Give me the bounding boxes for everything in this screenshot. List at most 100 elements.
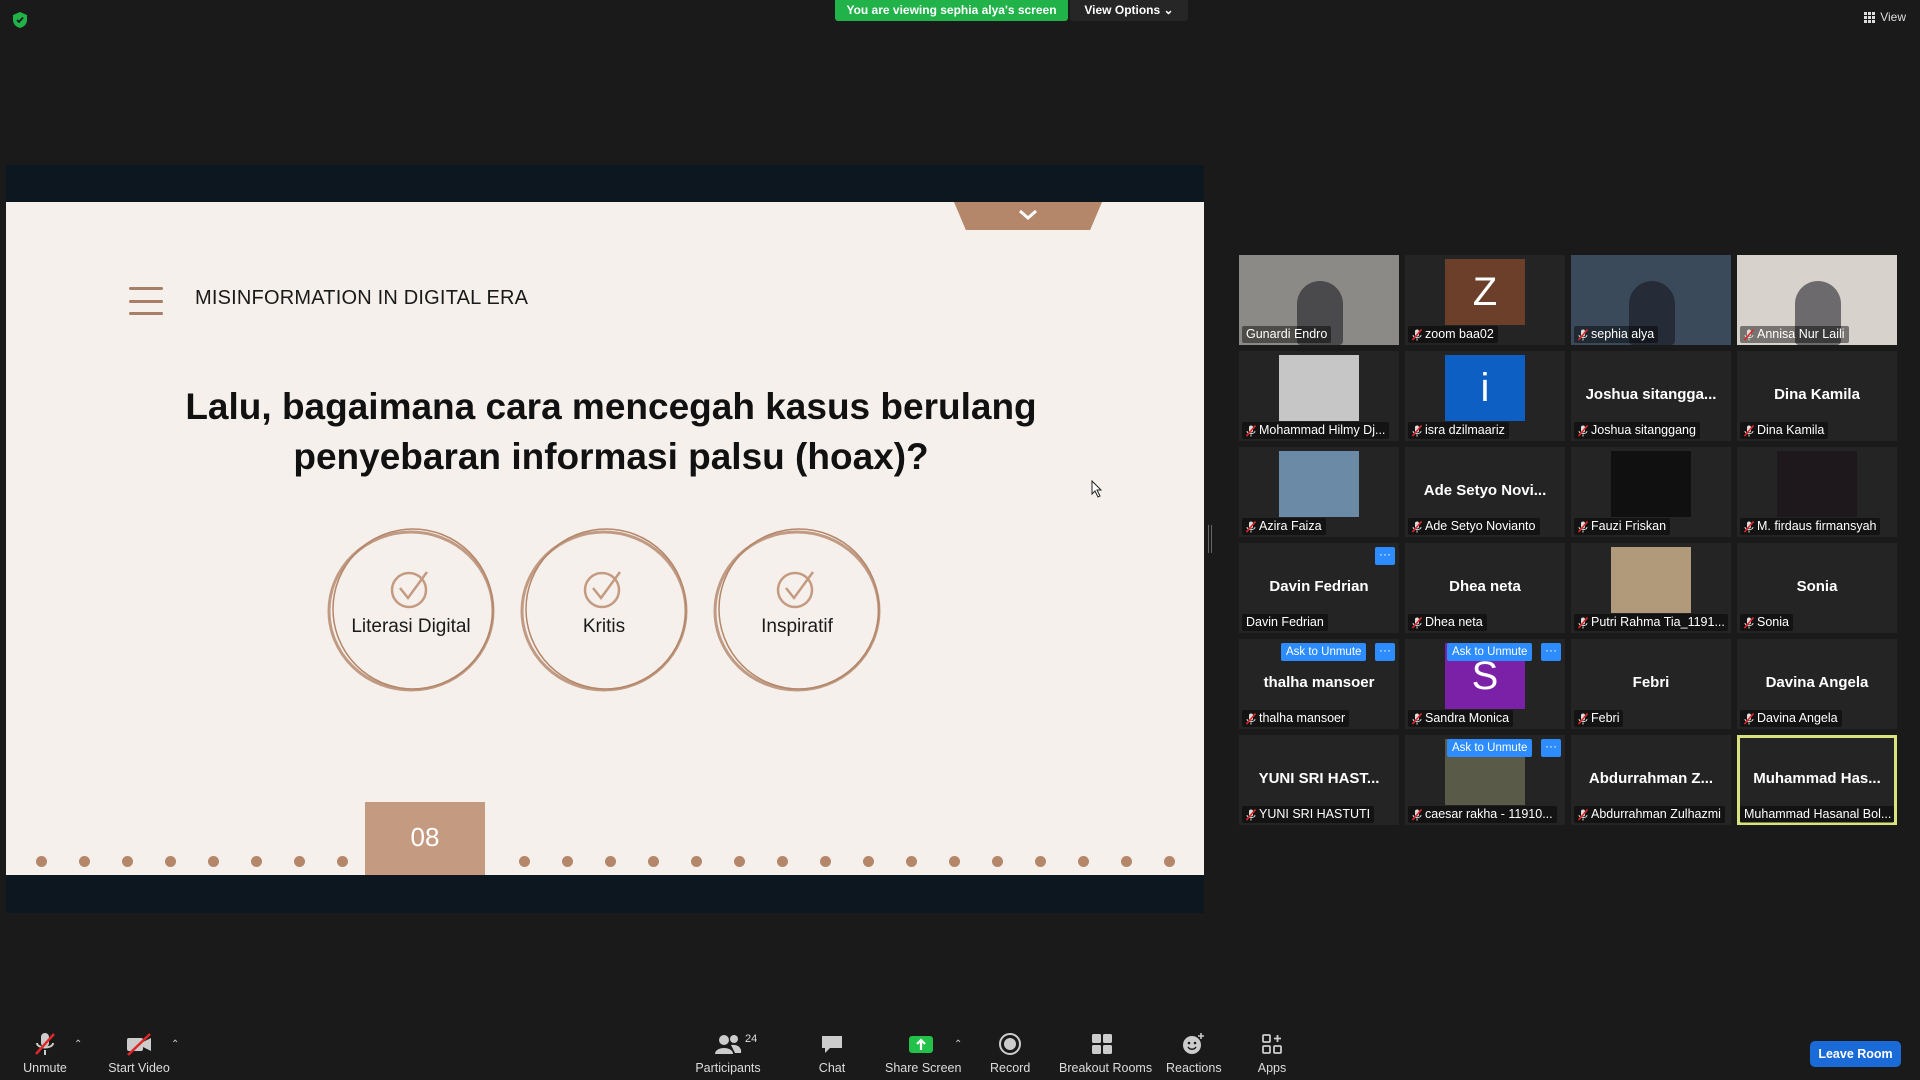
- participant-tile[interactable]: YUNI SRI HAST... YUNI SRI HASTUTI: [1239, 735, 1399, 825]
- reactions-button[interactable]: Reactions: [1166, 1031, 1222, 1075]
- participant-tile[interactable]: Putri Rahma Tia_1191...: [1571, 543, 1731, 633]
- microphone-muted-icon: [1411, 520, 1423, 533]
- participant-name-label: caesar rakha - 11910...: [1408, 806, 1557, 823]
- participant-name: Ade Setyo Novianto: [1425, 519, 1536, 533]
- participant-tile[interactable]: Sonia Sonia: [1737, 543, 1897, 633]
- slide-dot: [691, 856, 702, 867]
- ask-to-unmute-button[interactable]: Ask to Unmute: [1281, 643, 1367, 661]
- participant-display-name: YUNI SRI HAST...: [1258, 770, 1380, 787]
- participant-tile[interactable]: Azira Faiza: [1239, 447, 1399, 537]
- microphone-muted-icon: [20, 1031, 70, 1057]
- slide-dot: [820, 856, 831, 867]
- more-options-ellipsis-icon[interactable]: ···: [1541, 739, 1561, 757]
- security-shield-icon[interactable]: [12, 11, 28, 29]
- breakout-rooms-button[interactable]: Breakout Rooms: [1059, 1031, 1152, 1075]
- participant-tile[interactable]: Davin Fedrian Davin Fedrian ···: [1239, 543, 1399, 633]
- ask-to-unmute-button[interactable]: Ask to Unmute: [1447, 739, 1533, 757]
- participant-name: Azira Faiza: [1259, 519, 1322, 533]
- participant-display-name: Ade Setyo Novi...: [1423, 482, 1547, 499]
- participant-name: Davin Fedrian: [1246, 615, 1324, 629]
- share-options-caret-icon[interactable]: ⌃: [954, 1039, 962, 1050]
- view-layout-button[interactable]: View: [1864, 10, 1906, 24]
- slide-dot: [863, 856, 874, 867]
- unmute-button[interactable]: Unmute: [20, 1031, 70, 1075]
- apps-button[interactable]: Apps: [1252, 1031, 1292, 1075]
- participant-name: Joshua sitanggang: [1591, 423, 1696, 437]
- participant-name-label: thalha mansoer: [1242, 710, 1350, 727]
- slide-dot: [519, 856, 530, 867]
- participant-tile[interactable]: S Sandra Monica Ask to Unmute ···: [1405, 639, 1565, 729]
- participant-tile[interactable]: Davina Angela Davina Angela: [1737, 639, 1897, 729]
- profile-photo: [1279, 355, 1359, 421]
- start-video-button[interactable]: Start Video: [105, 1031, 173, 1075]
- microphone-muted-icon: [1577, 808, 1589, 821]
- participant-tile[interactable]: Abdurrahman Z... Abdurrahman Zulhazmi: [1571, 735, 1731, 825]
- mouse-cursor-icon: [1091, 479, 1103, 503]
- participant-name-label: Sandra Monica: [1408, 710, 1514, 727]
- participant-tile[interactable]: Fauzi Friskan: [1571, 447, 1731, 537]
- view-options-dropdown[interactable]: View Options ⌄: [1070, 0, 1188, 21]
- microphone-muted-icon: [1411, 808, 1423, 821]
- microphone-muted-icon: [1577, 328, 1589, 341]
- meeting-toolbar: Unmute ⌃ Start Video ⌃ 24 Participants C…: [0, 1025, 1920, 1080]
- more-options-ellipsis-icon[interactable]: ···: [1375, 547, 1395, 565]
- avatar-letter: Z: [1472, 269, 1498, 314]
- slide-dot: [1121, 856, 1132, 867]
- video-options-caret-icon[interactable]: ⌃: [171, 1039, 179, 1050]
- participant-tile[interactable]: i isra dzilmaariz: [1405, 351, 1565, 441]
- chat-bubble-icon: [812, 1031, 852, 1057]
- participant-display-name: Dhea neta: [1449, 578, 1521, 595]
- ask-to-unmute-button[interactable]: Ask to Unmute: [1447, 643, 1533, 661]
- initial-avatar: Z: [1445, 259, 1525, 325]
- participant-tile[interactable]: M. firdaus firmansyah: [1737, 447, 1897, 537]
- participant-tile[interactable]: Joshua sitangga... Joshua sitanggang: [1571, 351, 1731, 441]
- participant-tile[interactable]: Annisa Nur Laili: [1737, 255, 1897, 345]
- panel-resize-handle[interactable]: [1208, 525, 1212, 553]
- record-button[interactable]: Record: [990, 1031, 1030, 1075]
- chat-button[interactable]: Chat: [812, 1031, 852, 1075]
- more-options-ellipsis-icon[interactable]: ···: [1541, 643, 1561, 661]
- microphone-muted-icon: [1577, 712, 1589, 725]
- slide-heading: Lalu, bagaimana cara mencegah kasus beru…: [86, 382, 1136, 482]
- grid-view-icon: [1864, 11, 1876, 23]
- participant-tile[interactable]: Muhammad Has... Muhammad Hasanal Bol...: [1737, 735, 1897, 825]
- participant-name: Sandra Monica: [1425, 711, 1510, 725]
- participant-name-label: zoom baa02: [1408, 326, 1498, 343]
- microphone-muted-icon: [1245, 520, 1257, 533]
- participant-tile[interactable]: sephia alya: [1571, 255, 1731, 345]
- participant-tile[interactable]: Zzoom baa02: [1405, 255, 1565, 345]
- leave-room-button[interactable]: Leave Room: [1810, 1041, 1901, 1067]
- participant-tile[interactable]: Dhea neta Dhea neta: [1405, 543, 1565, 633]
- slide-dot: [294, 856, 305, 867]
- option-circle-kritis: Kritis: [519, 528, 689, 693]
- participant-name-label: Joshua sitanggang: [1574, 422, 1700, 439]
- microphone-muted-icon: [1743, 712, 1755, 725]
- option-label: Kritis: [582, 616, 626, 637]
- slide-dot-row: [36, 856, 1186, 867]
- microphone-muted-icon: [1743, 520, 1755, 533]
- participant-tile[interactable]: Ade Setyo Novi... Ade Setyo Novianto: [1405, 447, 1565, 537]
- participants-button[interactable]: 24 Participants: [693, 1031, 763, 1075]
- option-label: Literasi Digital: [351, 616, 471, 637]
- share-screen-label: Share Screen: [885, 1061, 962, 1075]
- viewing-screen-banner: You are viewing sephia alya's screen: [835, 0, 1068, 21]
- participant-tile[interactable]: thalha mansoer thalha mansoer Ask to Unmut…: [1239, 639, 1399, 729]
- participant-tile[interactable]: caesar rakha - 11910... Ask to Unmute ···: [1405, 735, 1565, 825]
- participant-display-name: Febri: [1632, 674, 1670, 691]
- view-button-label: View: [1880, 10, 1906, 24]
- share-screen-button[interactable]: Share Screen: [885, 1031, 962, 1075]
- smiley-reaction-icon: [1166, 1031, 1220, 1057]
- participant-tile[interactable]: Mohammad Hilmy Dj...: [1239, 351, 1399, 441]
- profile-photo: [1611, 547, 1691, 613]
- audio-options-caret-icon[interactable]: ⌃: [74, 1039, 82, 1050]
- participant-tile[interactable]: Dina Kamila Dina Kamila: [1737, 351, 1897, 441]
- presentation-slide: MISINFORMATION IN DIGITAL ERA Lalu, baga…: [6, 202, 1204, 875]
- participant-display-name: Abdurrahman Z...: [1588, 770, 1714, 787]
- participant-tile[interactable]: Gunardi Endro: [1239, 255, 1399, 345]
- chevron-down-icon: ⌄: [1163, 3, 1174, 17]
- microphone-muted-icon: [1411, 424, 1423, 437]
- participant-tile[interactable]: Febri Febri: [1571, 639, 1731, 729]
- more-options-ellipsis-icon[interactable]: ···: [1375, 643, 1395, 661]
- participant-name-label: Febri: [1574, 710, 1624, 727]
- participant-name-label: Azira Faiza: [1242, 518, 1326, 535]
